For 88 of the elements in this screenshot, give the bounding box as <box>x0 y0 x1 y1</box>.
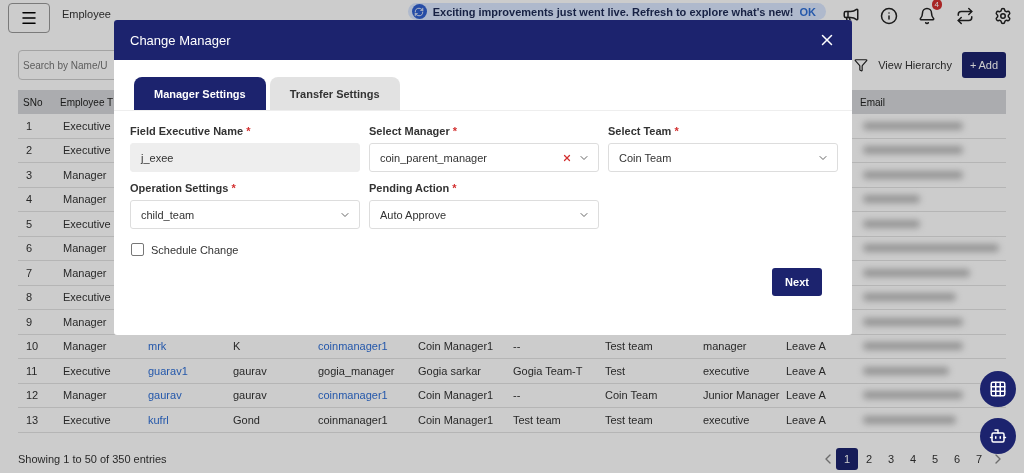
table-cell: Gogia Team-T <box>513 364 583 377</box>
table-cell: executive <box>703 413 750 426</box>
table-cell: Test <box>605 364 626 377</box>
table-cell: 8 <box>26 291 33 304</box>
table-cell: 11 <box>26 364 38 377</box>
page-button[interactable]: 2 <box>858 448 880 470</box>
table-cell: Gond <box>233 413 260 426</box>
table-link[interactable]: coinmanager1 <box>318 389 388 402</box>
table-cell: 5 <box>26 217 33 230</box>
page-button[interactable]: 1 <box>836 448 858 470</box>
field-label: Pending Action * <box>369 182 458 194</box>
field-label: Select Team * <box>608 125 680 137</box>
table-cell: Executive <box>63 217 111 230</box>
table-cell: 2 <box>26 144 33 157</box>
notification-badge: 4 <box>931 0 942 10</box>
next-button[interactable]: Next <box>772 268 822 296</box>
table-cell: Leave A <box>786 340 826 353</box>
table-cell: Leave A <box>786 413 826 426</box>
field-label: Operation Settings * <box>130 182 237 194</box>
table-link[interactable]: mrk <box>148 340 167 353</box>
table-cell: 7 <box>26 266 33 279</box>
table-cell: Test team <box>513 413 561 426</box>
table-cell: Manager <box>63 242 107 255</box>
column-header: SNo <box>18 90 55 114</box>
table-cell: 10 <box>26 340 39 353</box>
field-label: Select Manager * <box>369 125 459 137</box>
table-cell: Executive <box>63 144 111 157</box>
table-cell: gaurav <box>233 389 267 402</box>
table-cell: 13 <box>26 413 39 426</box>
tab[interactable]: Transfer Settings <box>269 77 400 110</box>
table-cell: coinmanager1 <box>318 413 388 426</box>
table-cell: gaurav <box>233 364 267 377</box>
table-cell: Coin Team <box>605 389 658 402</box>
banner-text: Exciting improvements just went live. Refresh to explore what's new! <box>432 5 794 18</box>
view-hierarchy-button[interactable]: View Hierarchy <box>874 59 956 71</box>
table-cell: 1 <box>26 119 33 132</box>
table-cell: Junior Manager <box>703 389 780 402</box>
table-cell: 6 <box>26 242 33 255</box>
page-button[interactable]: 4 <box>902 448 924 470</box>
entries-summary: Showing 1 to 50 of 350 entries <box>18 453 167 465</box>
table-cell: Executive <box>63 291 111 304</box>
table-cell: Leave A <box>786 364 826 377</box>
table-cell: Coin Manager1 <box>418 413 494 426</box>
table-cell: Executive <box>63 364 111 377</box>
table-cell: Test team <box>605 413 653 426</box>
table-cell: manager <box>703 340 747 353</box>
page-button[interactable]: 5 <box>924 448 946 470</box>
table-cell: Manager <box>63 168 107 181</box>
table-cell: Manager <box>63 389 107 402</box>
page-title: Employee <box>62 8 111 20</box>
table-cell: Gogia sarkar <box>418 364 481 377</box>
table-cell: 12 <box>26 389 39 402</box>
table-link[interactable]: kufrl <box>148 413 169 426</box>
table-cell: -- <box>513 389 521 402</box>
page-button[interactable]: 6 <box>946 448 968 470</box>
select-field[interactable]: Coin Team <box>608 143 838 172</box>
add-button[interactable]: + Add <box>962 52 1006 78</box>
page-button[interactable]: 3 <box>880 448 902 470</box>
table-cell: K <box>233 340 241 353</box>
field-label: Field Executive Name * <box>130 125 252 137</box>
table-cell: gogia_manager <box>318 364 395 377</box>
checkbox-label: Schedule Change <box>151 243 239 256</box>
select-field[interactable]: coin_parent_manager <box>369 143 599 172</box>
table-link[interactable]: coinmanager1 <box>318 340 388 353</box>
table-cell: 4 <box>26 193 33 206</box>
table-cell: executive <box>703 364 750 377</box>
table-cell: 9 <box>26 315 33 328</box>
select-field[interactable]: child_team <box>130 200 360 229</box>
table-cell: Manager <box>63 340 107 353</box>
table-cell: Manager <box>63 193 107 206</box>
table-cell: Executive <box>63 413 111 426</box>
table-cell: Executive <box>63 119 111 132</box>
table-cell: Manager <box>63 266 107 279</box>
column-header: Email <box>855 90 1006 114</box>
ok-link[interactable]: OK <box>799 5 816 18</box>
table-cell: Coin Manager1 <box>418 389 494 402</box>
tab[interactable]: Manager Settings <box>134 77 266 110</box>
dialog-title: Change Manager <box>130 32 231 48</box>
table-cell: Manager <box>63 315 107 328</box>
page-button[interactable]: 7 <box>968 448 990 470</box>
table-cell: Leave A <box>786 389 826 402</box>
select-field[interactable]: Auto Approve <box>369 200 599 229</box>
table-cell: Coin Manager1 <box>418 340 494 353</box>
table-cell: Test team <box>605 340 653 353</box>
table-link[interactable]: gaurav <box>148 389 182 402</box>
table-cell: 3 <box>26 168 33 181</box>
table-cell: -- <box>513 340 521 353</box>
table-link[interactable]: guarav1 <box>148 364 188 377</box>
